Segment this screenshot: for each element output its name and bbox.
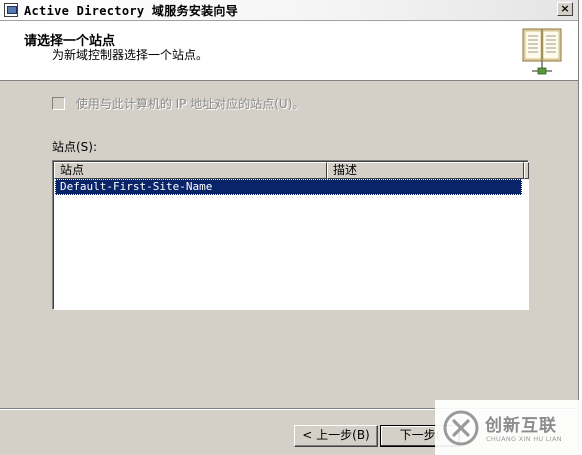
sites-label: 站点(S): [52,140,98,154]
use-ip-site-checkbox [52,97,65,110]
sites-list[interactable]: 站点 描述 Default-First-Site-Name [52,160,529,310]
use-ip-site-option: 使用与此计算机的 IP 地址对应的站点(U)。 [52,95,304,111]
watermark-text-cn: 创新互联 [485,416,557,436]
back-button[interactable]: < 上一步(B) [294,425,378,447]
watermark-text-en: CHUANG XIN HU LIAN [486,435,562,443]
column-header-site[interactable]: 站点 [54,162,327,179]
window-title: Active Directory 域服务安装向导 [24,4,239,18]
table-row[interactable]: Default-First-Site-Name [55,179,522,195]
watermark-logo-icon [443,410,479,446]
book-icon [522,28,562,75]
watermark: 创新互联 CHUANG XIN HU LIAN [435,400,582,455]
wizard-header: 请选择一个站点 为新域控制器选择一个站点。 [0,21,578,81]
column-header-description[interactable]: 描述 [327,162,524,179]
window-app-icon[interactable] [4,3,18,17]
column-header-filler [524,162,529,179]
title-bar[interactable]: Active Directory 域服务安装向导 × [0,0,578,21]
page-subtitle: 为新域控制器选择一个站点。 [52,48,209,62]
use-ip-site-label: 使用与此计算机的 IP 地址对应的站点(U)。 [75,97,305,111]
wizard-window: Active Directory 域服务安装向导 × 请选择一个站点 为新域控制… [0,0,579,455]
site-name-cell: Default-First-Site-Name [60,180,213,193]
close-button[interactable]: × [557,2,573,16]
